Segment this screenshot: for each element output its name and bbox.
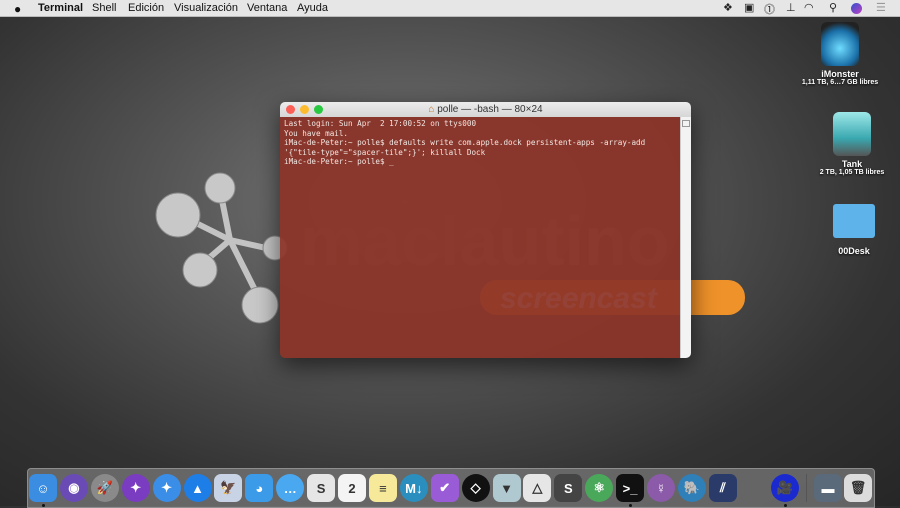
folder-icon [833, 204, 875, 238]
hard-drive-icon [821, 22, 859, 66]
menu-visualizacion[interactable]: Visualización [174, 2, 238, 14]
mamp-icon[interactable]: 🐘 [677, 474, 706, 502]
prism-icon[interactable]: △ [523, 474, 552, 502]
home-icon: ⌂ [428, 104, 435, 115]
terminal-icon[interactable]: >_ [616, 474, 645, 502]
slack-icon[interactable]: S [307, 474, 336, 502]
zoom-button[interactable] [314, 105, 323, 114]
notes-icon[interactable]: ≡ [368, 474, 397, 502]
desktop-icon-tank[interactable]: Tank 2 TB, 1,05 TB libres [807, 112, 897, 176]
transmit-icon[interactable]: ▼ [492, 474, 521, 502]
messages-icon[interactable]: … [276, 474, 305, 502]
spark-icon[interactable]: ▲ [183, 474, 212, 502]
hard-drive-icon [833, 112, 871, 156]
search-icon[interactable]: ⚲ [829, 1, 837, 14]
terminal-output[interactable]: Last login: Sun Apr 2 17:00:52 on ttys00… [280, 117, 680, 358]
menu-edicion[interactable]: Edición [128, 2, 164, 14]
markdown-icon[interactable]: M↓ [399, 474, 428, 502]
wifi-icon[interactable]: ◠ [804, 1, 814, 14]
launchpad-icon[interactable]: 🚀 [90, 474, 119, 502]
minimize-button[interactable] [300, 105, 309, 114]
omnifocus-icon[interactable]: ✔ [430, 474, 459, 502]
safari-preview-icon[interactable]: ✦ [121, 474, 150, 502]
desktop-icon-label: iMonster [821, 69, 859, 79]
scrollbar[interactable] [680, 117, 691, 358]
notification-center-icon[interactable]: ☰ [876, 1, 886, 14]
siri-icon[interactable] [851, 3, 862, 14]
tools-icon[interactable]: ⫽ [708, 474, 737, 502]
spacer-tile [740, 474, 768, 502]
desktop-icon-imonster[interactable]: iMonster 1,11 TB, 6…7 GB libres [795, 22, 885, 86]
1password-icon[interactable]: ⓵ [764, 1, 775, 17]
terminal-line: You have mail. [284, 128, 349, 138]
broom-icon[interactable]: ⊥ [786, 1, 796, 14]
menu-app-terminal[interactable]: Terminal [38, 2, 83, 14]
terminal-line: Last login: Sun Apr 2 17:00:52 on ttys00… [284, 119, 477, 128]
desktop-icon-00desk[interactable]: 00Desk [809, 204, 899, 256]
window-title: polle — -bash — 80×24 [437, 104, 543, 115]
trash-icon[interactable]: 🗑 [844, 474, 872, 502]
desktop-icon-sub: 2 TB, 1,05 TB libres [819, 169, 885, 176]
sublime-text-icon[interactable]: S [554, 474, 583, 502]
menu-shell[interactable]: Shell [92, 2, 116, 14]
dock-separator [806, 474, 807, 502]
siri-icon[interactable]: ◉ [59, 474, 88, 502]
preview-icon[interactable]: 🦅 [214, 474, 243, 502]
terminal-window[interactable]: ⌂ polle — -bash — 80×24 Last login: Sun … [280, 102, 691, 358]
menu-bar: ● Terminal Shell Edición Visualización V… [0, 0, 900, 17]
screenflow-icon[interactable]: 🎥 [770, 474, 799, 502]
terminal-line: '{"tile-type"="spacer-tile";}'; killall … [284, 147, 486, 157]
menu-ayuda[interactable]: Ayuda [297, 2, 328, 14]
dock: ☺ ◉ 🚀 ✦ ✦ ▲ 🦅 ◕… S 2 ≡ M↓ ✔ ◇ ▼ △ S ⚛ >_ ☿ 🐘 ⫽ 🎥 ▬ 🗑 [27, 468, 875, 508]
tor-icon[interactable]: ☿ [647, 474, 675, 502]
close-button[interactable] [286, 105, 295, 114]
desktop-icon-label: 00Desk [838, 246, 870, 256]
terminal-prompt: iMac-de-Peter:~ polle$ _ [284, 157, 394, 167]
desktop-icon-label: Tank [841, 159, 863, 169]
desktop-icon-sub: 1,11 TB, 6…7 GB libres [801, 79, 879, 86]
tweetbot-icon[interactable]: ◕ [245, 474, 274, 502]
code-editor-icon[interactable]: ◇ [461, 474, 490, 502]
finder-icon[interactable]: ☺ [29, 474, 57, 502]
downloads-folder-icon[interactable]: ▬ [814, 474, 842, 502]
menu-ventana[interactable]: Ventana [247, 2, 287, 14]
safari-icon[interactable]: ✦ [152, 474, 181, 502]
terminal-line: iMac-de-Peter:~ polle$ defaults write co… [284, 138, 646, 148]
atom-icon[interactable]: ⚛ [585, 474, 614, 502]
scroll-marker-icon [682, 120, 690, 127]
calendar-icon[interactable]: 2 [338, 474, 366, 502]
dropbox-icon[interactable]: ❖ [723, 1, 733, 14]
crossover-icon[interactable]: ▣ [744, 1, 754, 14]
title-bar[interactable]: ⌂ polle — -bash — 80×24 [280, 102, 691, 117]
apple-menu[interactable]: ● [14, 2, 21, 16]
